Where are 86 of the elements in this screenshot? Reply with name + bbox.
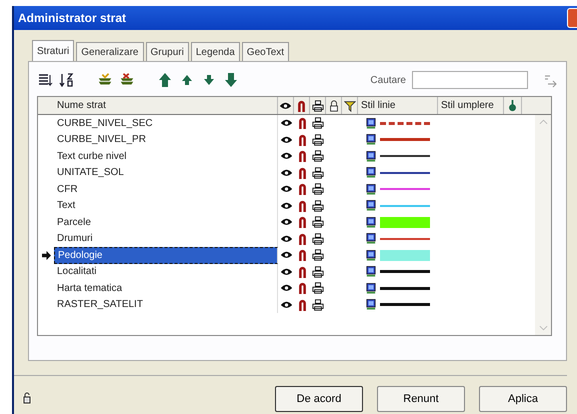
tab[interactable]: Straturi	[32, 40, 74, 61]
magnet-icon[interactable]	[298, 249, 306, 262]
magnet-icon	[297, 100, 306, 112]
printer-icon[interactable]	[312, 216, 324, 228]
eye-icon	[279, 100, 292, 110]
dialog-button[interactable]: Renunt	[377, 386, 465, 412]
layer-name[interactable]: Text	[54, 198, 278, 214]
monitor-icon[interactable]	[366, 248, 376, 262]
magnet-icon[interactable]	[298, 282, 306, 294]
arrow-bottom-icon[interactable]	[223, 72, 239, 88]
printer-icon[interactable]	[312, 166, 324, 179]
search-field[interactable]	[412, 71, 528, 89]
magnet-icon[interactable]	[298, 166, 306, 179]
printer-icon[interactable]	[312, 117, 324, 130]
dialog-button[interactable]: Aplica	[479, 386, 567, 412]
monitor-icon[interactable]	[366, 298, 376, 312]
monitor-icon[interactable]	[366, 182, 376, 196]
magnet-icon[interactable]	[298, 232, 306, 245]
printer-icon[interactable]	[312, 266, 324, 278]
layer-name[interactable]: CURBE_NIVEL_PR	[54, 132, 278, 148]
close-button[interactable]	[567, 8, 577, 28]
layer-name[interactable]: Pedologie	[54, 247, 278, 264]
magnet-icon[interactable]	[298, 200, 306, 212]
monitor-icon[interactable]	[366, 282, 376, 295]
magnet-icon[interactable]	[298, 298, 306, 311]
magnet-icon[interactable]	[298, 183, 306, 196]
eye-icon[interactable]	[280, 250, 292, 260]
eye-icon[interactable]	[280, 168, 292, 178]
eye-icon[interactable]	[280, 151, 292, 162]
layer-name[interactable]: CFR	[54, 181, 278, 198]
tab[interactable]: Generalizare	[76, 42, 144, 61]
eye-icon[interactable]	[280, 283, 292, 294]
eye-icon[interactable]	[280, 266, 292, 277]
magnet-icon[interactable]	[298, 266, 306, 278]
magnet-icon[interactable]	[298, 150, 306, 162]
column-header[interactable]: Nume strat	[54, 97, 278, 114]
arrow-top-icon[interactable]	[157, 72, 173, 88]
monitor-icon[interactable]	[366, 116, 376, 130]
eye-icon[interactable]	[280, 200, 292, 211]
eye-icon[interactable]	[280, 300, 292, 310]
eye-icon[interactable]	[280, 234, 292, 244]
monitor-icon[interactable]	[366, 199, 376, 212]
column-header[interactable]: Stil linie	[358, 97, 438, 114]
magnet-icon[interactable]	[298, 117, 306, 130]
eye-icon[interactable]	[280, 118, 292, 128]
eye-icon[interactable]	[280, 184, 292, 194]
printer-icon[interactable]	[312, 134, 324, 146]
pin-icon	[508, 100, 517, 112]
monitor-icon[interactable]	[366, 150, 376, 163]
printer-icon[interactable]	[312, 200, 324, 212]
tab[interactable]: Legenda	[190, 42, 240, 61]
eye-icon[interactable]	[280, 217, 292, 228]
layer-name[interactable]: Text curbe nivel	[54, 148, 278, 164]
printer-icon[interactable]	[312, 183, 324, 196]
layer-name[interactable]: UNITATE_SOL	[54, 164, 278, 181]
layer-name[interactable]: Harta tematica	[54, 280, 278, 296]
printer-icon[interactable]	[312, 232, 324, 245]
search-label: Cautare	[370, 74, 406, 86]
list-icon[interactable]	[37, 72, 53, 88]
printer-icon[interactable]	[312, 282, 324, 294]
lock-icon	[328, 100, 340, 112]
monitor-icon[interactable]	[366, 166, 376, 180]
monitor-icon[interactable]	[366, 216, 376, 229]
layer-name[interactable]: Localitati	[54, 264, 278, 280]
printer-icon[interactable]	[312, 150, 324, 162]
dialog-button[interactable]: De acord	[275, 386, 363, 412]
printer-icon[interactable]	[312, 249, 324, 262]
lock-icon[interactable]	[22, 392, 32, 404]
magnet-icon[interactable]	[298, 134, 306, 146]
monitor-icon[interactable]	[366, 133, 376, 146]
tab[interactable]: GeoText	[242, 42, 290, 61]
eye-icon[interactable]	[280, 134, 292, 145]
printer-icon[interactable]	[312, 298, 324, 311]
tab[interactable]: Grupuri	[146, 42, 189, 61]
sort-icon[interactable]	[59, 72, 75, 88]
current-row-icon	[42, 250, 50, 260]
layer-name[interactable]: CURBE_NIVEL_SEC	[54, 115, 278, 132]
window-title: Administrator strat	[18, 11, 126, 25]
monitor-icon[interactable]	[366, 232, 376, 246]
printer-icon	[312, 100, 324, 112]
magnet-icon[interactable]	[298, 216, 306, 228]
layer-name[interactable]: RASTER_SATELIT	[54, 296, 278, 313]
filter-icon	[344, 100, 356, 112]
column-header[interactable]: Stil umplere	[438, 97, 504, 114]
layer-name[interactable]: Parcele	[54, 214, 278, 230]
monitor-icon[interactable]	[366, 265, 376, 278]
